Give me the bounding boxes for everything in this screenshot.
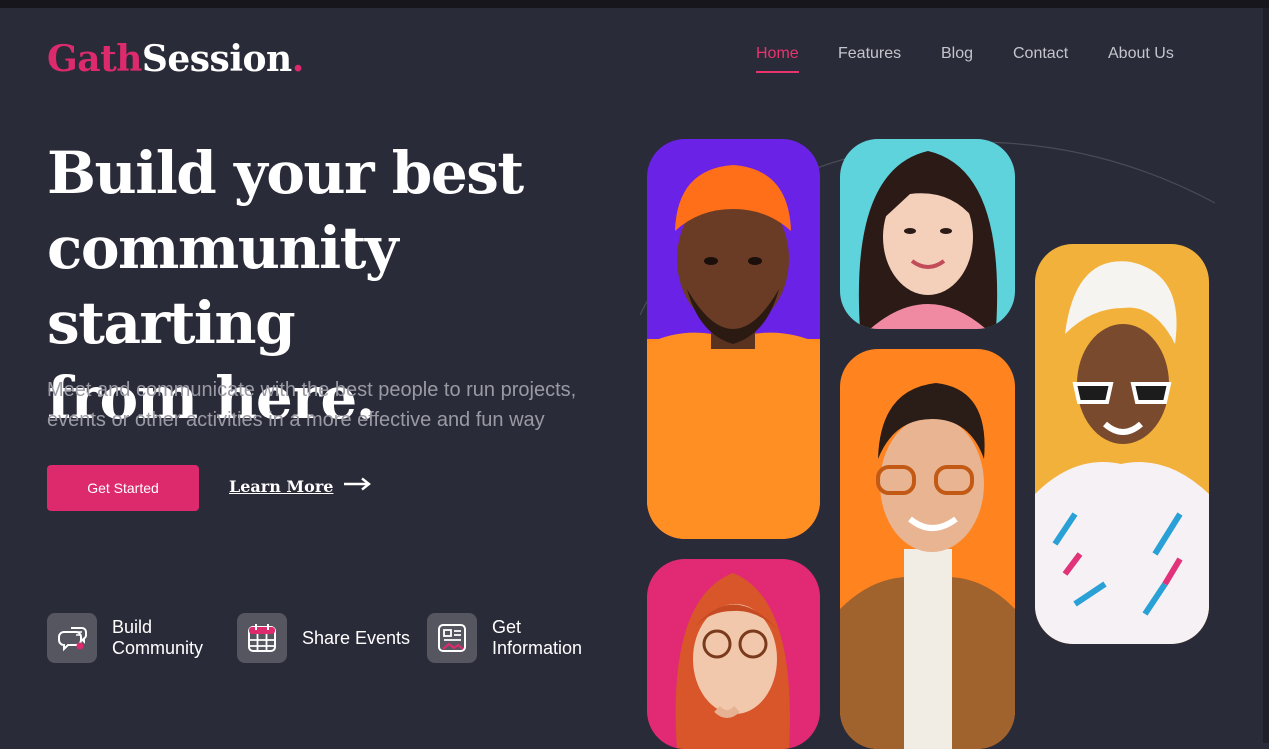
brand-logo[interactable]: GathSession. (47, 38, 304, 80)
nav-contact[interactable]: Contact (1013, 45, 1068, 63)
person-illustration (840, 383, 1015, 749)
feature-get-information: Get Information (427, 613, 602, 663)
nav-about-us[interactable]: About Us (1108, 45, 1174, 63)
calendar-icon (237, 613, 287, 663)
learn-more-link[interactable]: Learn More (229, 477, 372, 496)
hero-title-line-1: Build your best (47, 139, 524, 207)
feature-label: Share Events (302, 628, 422, 649)
hero-subtitle: Meet and communicate with the best peopl… (47, 375, 607, 435)
nav-home[interactable]: Home (756, 45, 799, 73)
feature-label-line-2: Information (492, 638, 583, 658)
feature-label-line-2: Community (112, 638, 204, 658)
feature-label: Get Information (492, 617, 602, 659)
brand-dot: . (291, 38, 305, 80)
photo-woman-smiling (840, 139, 1015, 329)
feature-label: Build Community (112, 617, 222, 659)
photo-woman-redhead-glasses (647, 559, 820, 749)
nav-blog[interactable]: Blog (941, 45, 973, 63)
get-started-button[interactable]: Get Started (47, 465, 199, 511)
window-top-bar (0, 0, 1269, 8)
person-illustration (1035, 261, 1209, 644)
person-illustration (675, 573, 790, 749)
feature-share-events: Share Events (237, 613, 422, 663)
person-illustration (647, 165, 820, 539)
hero-subtitle-line-1: Meet and communicate with the best peopl… (47, 379, 577, 401)
feature-label-line-1: Share Events (302, 627, 411, 648)
photo-man-glasses (840, 349, 1015, 749)
feature-build-community: Build Community (47, 613, 222, 663)
brand-part-1: Gath (47, 38, 142, 80)
nav-features[interactable]: Features (838, 45, 901, 63)
brand-part-2: Session (141, 38, 292, 80)
arrow-right-icon (343, 477, 372, 496)
photo-woman-sunglasses (1035, 244, 1209, 644)
hero-title-line-2: community starting (47, 214, 399, 357)
person-illustration (858, 151, 998, 329)
feature-label-line-1: Build (112, 617, 153, 637)
hero-subtitle-line-2: events or other activities in a more eff… (47, 409, 545, 431)
chat-icon (47, 613, 97, 663)
scrollbar-track[interactable] (1263, 8, 1269, 743)
photo-man-orange-beanie (647, 139, 820, 539)
learn-more-label: Learn More (229, 477, 334, 496)
feature-label-line-1: Get (492, 617, 522, 637)
newspaper-icon (427, 613, 477, 663)
